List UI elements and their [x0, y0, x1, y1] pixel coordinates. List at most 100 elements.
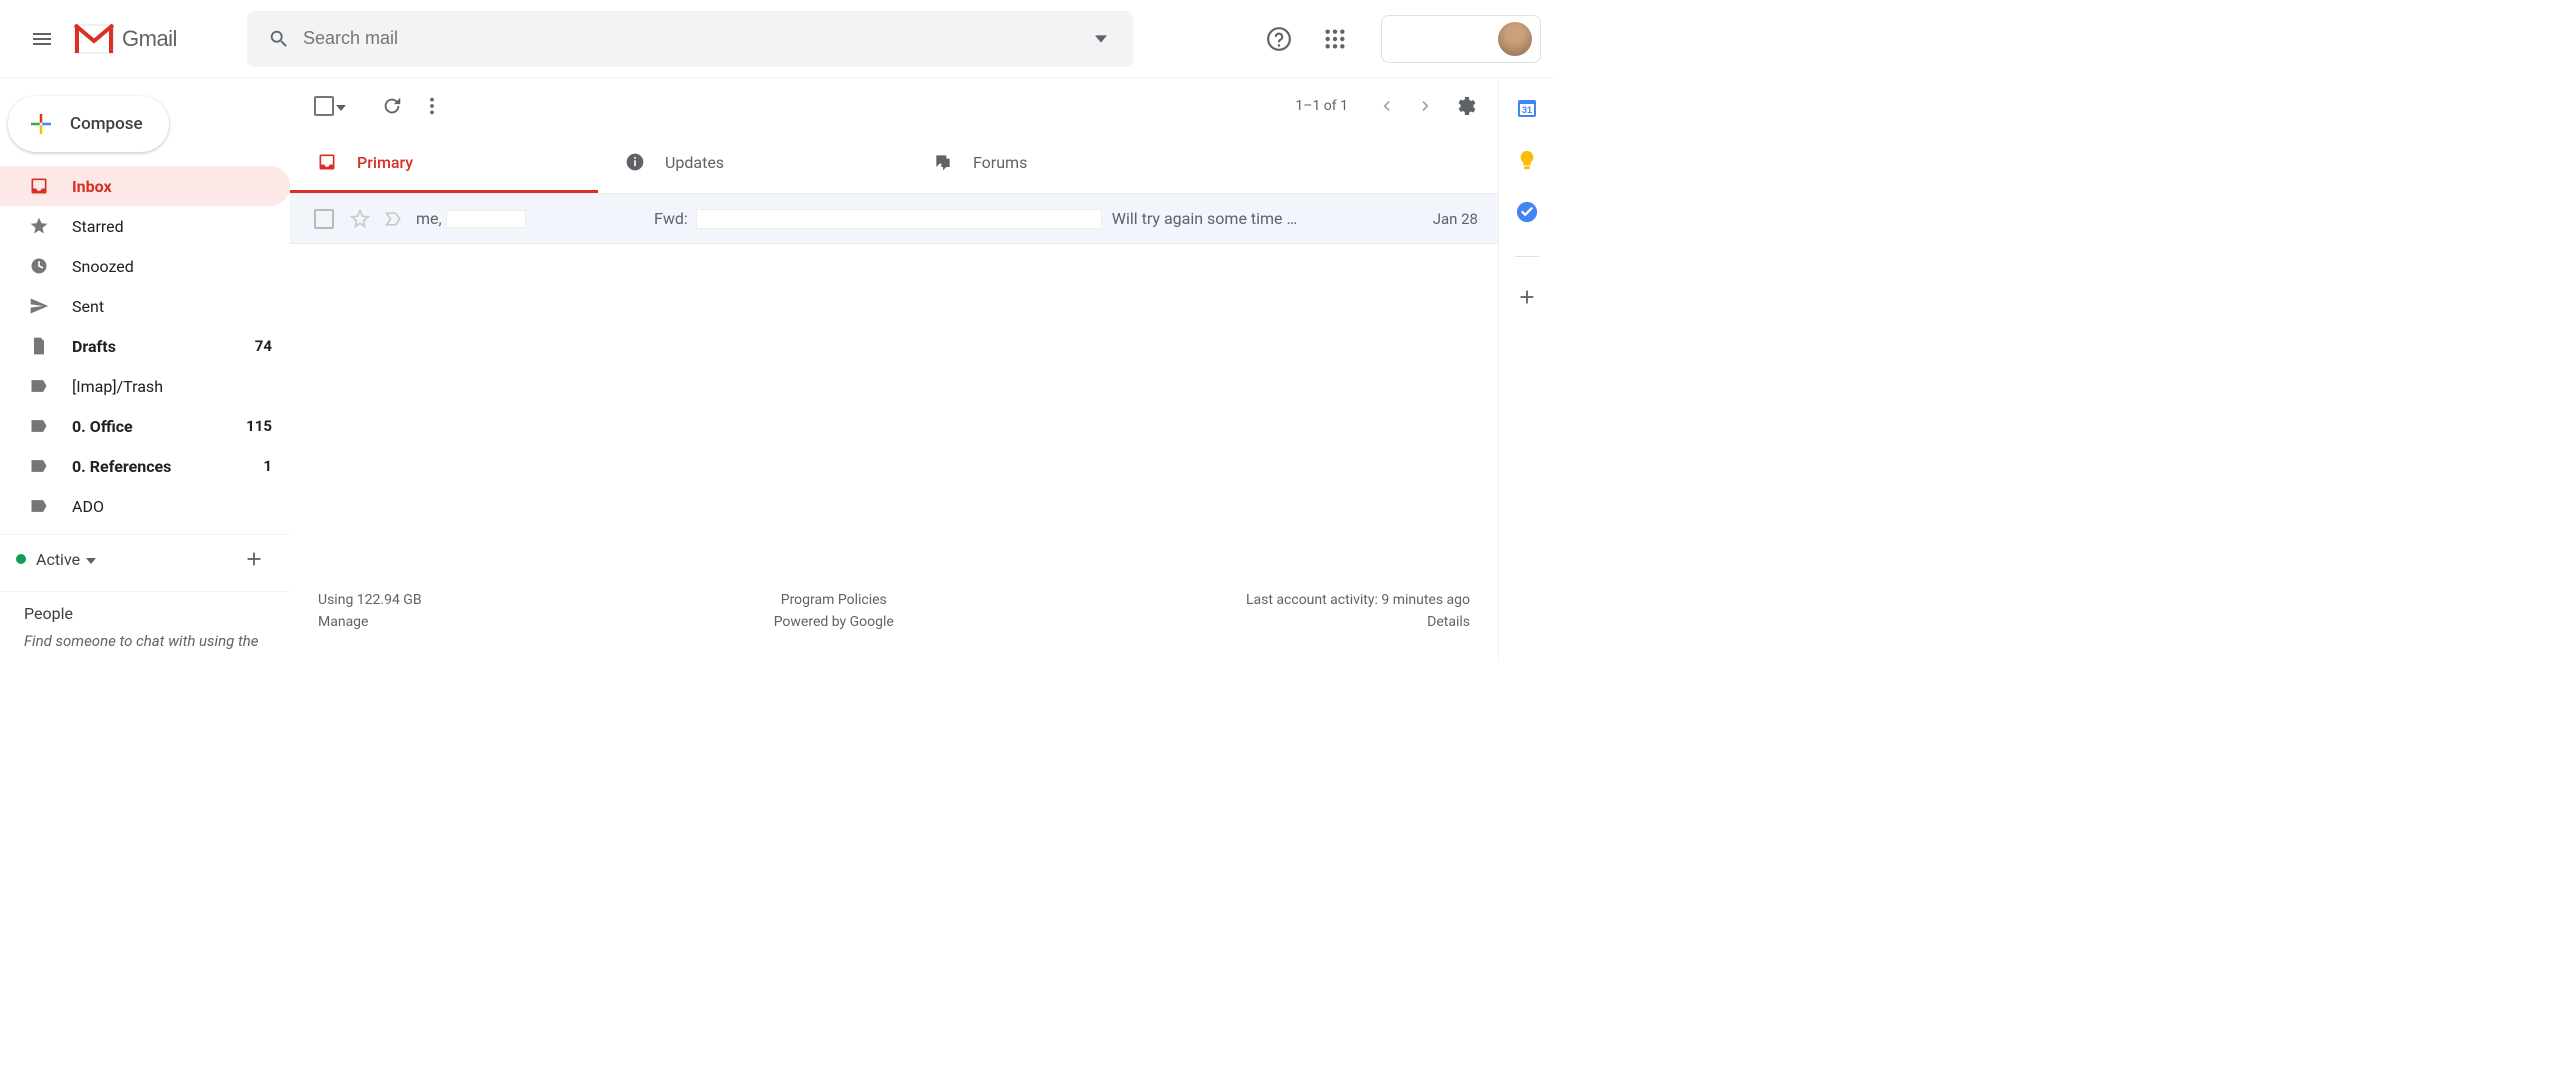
mail-row[interactable]: me, Fwd:Will try again some time …Jan 28 — [290, 194, 1498, 244]
hangouts-status-row[interactable]: Active — [0, 535, 290, 583]
star-icon — [28, 215, 50, 237]
calendar-icon: 31 — [1515, 96, 1539, 120]
tab-icon — [625, 152, 645, 172]
keep-icon — [1516, 149, 1538, 171]
file-icon — [28, 335, 50, 357]
sidebar-item-label: 0. Office — [72, 417, 246, 436]
search-options-button[interactable] — [1077, 15, 1125, 63]
manage-storage-link[interactable]: Manage — [318, 614, 422, 630]
header: Gmail — [0, 0, 1555, 78]
older-button[interactable] — [1406, 86, 1446, 126]
select-all-checkbox[interactable] — [314, 96, 334, 116]
tab-icon — [317, 152, 337, 172]
refresh-button[interactable] — [372, 86, 412, 126]
support-button[interactable] — [1255, 15, 1303, 63]
sidebar-item-label: Snoozed — [72, 257, 272, 276]
importance-icon — [384, 209, 404, 229]
people-section: People Find someone to chat with using t… — [0, 592, 290, 652]
newer-button[interactable] — [1366, 86, 1406, 126]
search-input[interactable] — [303, 28, 1077, 49]
compose-button[interactable]: Compose — [8, 96, 169, 152]
keep-addon[interactable] — [1515, 148, 1539, 172]
tasks-icon — [1516, 201, 1538, 223]
pagination-count: 1–1 of 1 — [1295, 98, 1348, 114]
importance-marker[interactable] — [382, 207, 406, 231]
main-menu-button[interactable] — [18, 15, 66, 63]
powered-by-label: Powered by Google — [774, 614, 894, 630]
chevron-right-icon — [1416, 96, 1436, 116]
help-icon — [1266, 26, 1292, 52]
mail-snippet: Will try again some time … — [1112, 209, 1297, 229]
avatar — [1498, 22, 1532, 56]
label-icon — [28, 455, 50, 477]
sidebar-item-label: [Imap]/Trash — [72, 377, 272, 396]
footer: Using 122.94 GB Manage Program Policies … — [290, 562, 1498, 660]
tab-label: Forums — [973, 153, 1027, 172]
left-sidebar: Compose Inbox Starred Snoozed Sent Drafts74 [… — [0, 78, 290, 660]
account-switcher[interactable] — [1381, 15, 1541, 63]
category-tabs: Primary Updates Forums — [290, 134, 1498, 194]
mail-toolbar: 1–1 of 1 — [290, 78, 1498, 134]
status-label: Active — [36, 550, 80, 569]
new-chat-button[interactable] — [234, 539, 274, 579]
sidebar-item-inbox[interactable]: Inbox — [0, 166, 290, 206]
people-hint: Find someone to chat with using the — [24, 631, 266, 652]
more-button[interactable] — [412, 86, 452, 126]
send-icon — [28, 295, 50, 317]
sidebar-item--imap-trash[interactable]: [Imap]/Trash — [0, 366, 290, 406]
compose-plus-icon — [26, 109, 56, 139]
plus-icon — [243, 548, 265, 570]
chevron-left-icon — [1376, 96, 1396, 116]
google-apps-button[interactable] — [1311, 15, 1359, 63]
search-icon[interactable] — [255, 15, 303, 63]
label-icon — [28, 415, 50, 437]
get-addons-button[interactable] — [1515, 285, 1539, 309]
gmail-logo-text: Gmail — [122, 26, 177, 52]
sidebar-item-count: 74 — [255, 337, 272, 355]
sidebar-item-snoozed[interactable]: Snoozed — [0, 246, 290, 286]
gear-icon — [1454, 94, 1478, 118]
refresh-icon — [381, 95, 403, 117]
sidebar-item-count: 115 — [246, 417, 272, 435]
plus-icon — [1516, 286, 1538, 308]
star-icon — [350, 209, 370, 229]
sidebar-item-count: 1 — [263, 457, 272, 475]
storage-usage: Using 122.94 GB — [318, 592, 422, 608]
tab-forums[interactable]: Forums — [906, 134, 1214, 193]
sidebar-item-0-office[interactable]: 0. Office115 — [0, 406, 290, 446]
mail-date: Jan 28 — [1413, 210, 1478, 228]
caret-down-icon — [86, 557, 96, 565]
presence-dot-icon — [16, 554, 26, 564]
tab-label: Updates — [665, 153, 724, 172]
star-button[interactable] — [348, 207, 372, 231]
main-panel: 1–1 of 1 PrimaryUpdatesForums me, Fwd:Wi… — [290, 78, 1499, 660]
sidebar-item-drafts[interactable]: Drafts74 — [0, 326, 290, 366]
last-activity-label: Last account activity: 9 minutes ago — [1246, 592, 1470, 608]
settings-button[interactable] — [1446, 86, 1486, 126]
sidebar-item-label: Starred — [72, 217, 272, 236]
sidebar-item-label: Inbox — [72, 177, 272, 196]
tab-primary[interactable]: Primary — [290, 134, 598, 193]
more-vert-icon — [421, 95, 443, 117]
select-menu-caret[interactable] — [336, 97, 346, 116]
caret-down-icon — [1095, 33, 1107, 45]
inbox-icon — [28, 175, 50, 197]
row-checkbox[interactable] — [314, 209, 334, 229]
sidebar-item-starred[interactable]: Starred — [0, 206, 290, 246]
tab-label: Primary — [357, 153, 413, 172]
sidebar-item-0-references[interactable]: 0. References1 — [0, 446, 290, 486]
gmail-logo[interactable]: Gmail — [74, 24, 177, 54]
mail-subject: Fwd:Will try again some time … — [654, 209, 1413, 229]
status-caret — [86, 550, 96, 569]
side-panel: 31 — [1499, 78, 1555, 660]
tab-icon — [933, 152, 953, 172]
calendar-addon[interactable]: 31 — [1515, 96, 1539, 120]
tasks-addon[interactable] — [1515, 200, 1539, 224]
activity-details-link[interactable]: Details — [1427, 614, 1470, 630]
sidebar-item-label: 0. References — [72, 457, 263, 476]
tab-updates[interactable]: Updates — [598, 134, 906, 193]
sidebar-item-label: Sent — [72, 297, 272, 316]
sidebar-item-ado[interactable]: ADO — [0, 486, 290, 526]
program-policies-link[interactable]: Program Policies — [781, 592, 887, 608]
sidebar-item-sent[interactable]: Sent — [0, 286, 290, 326]
